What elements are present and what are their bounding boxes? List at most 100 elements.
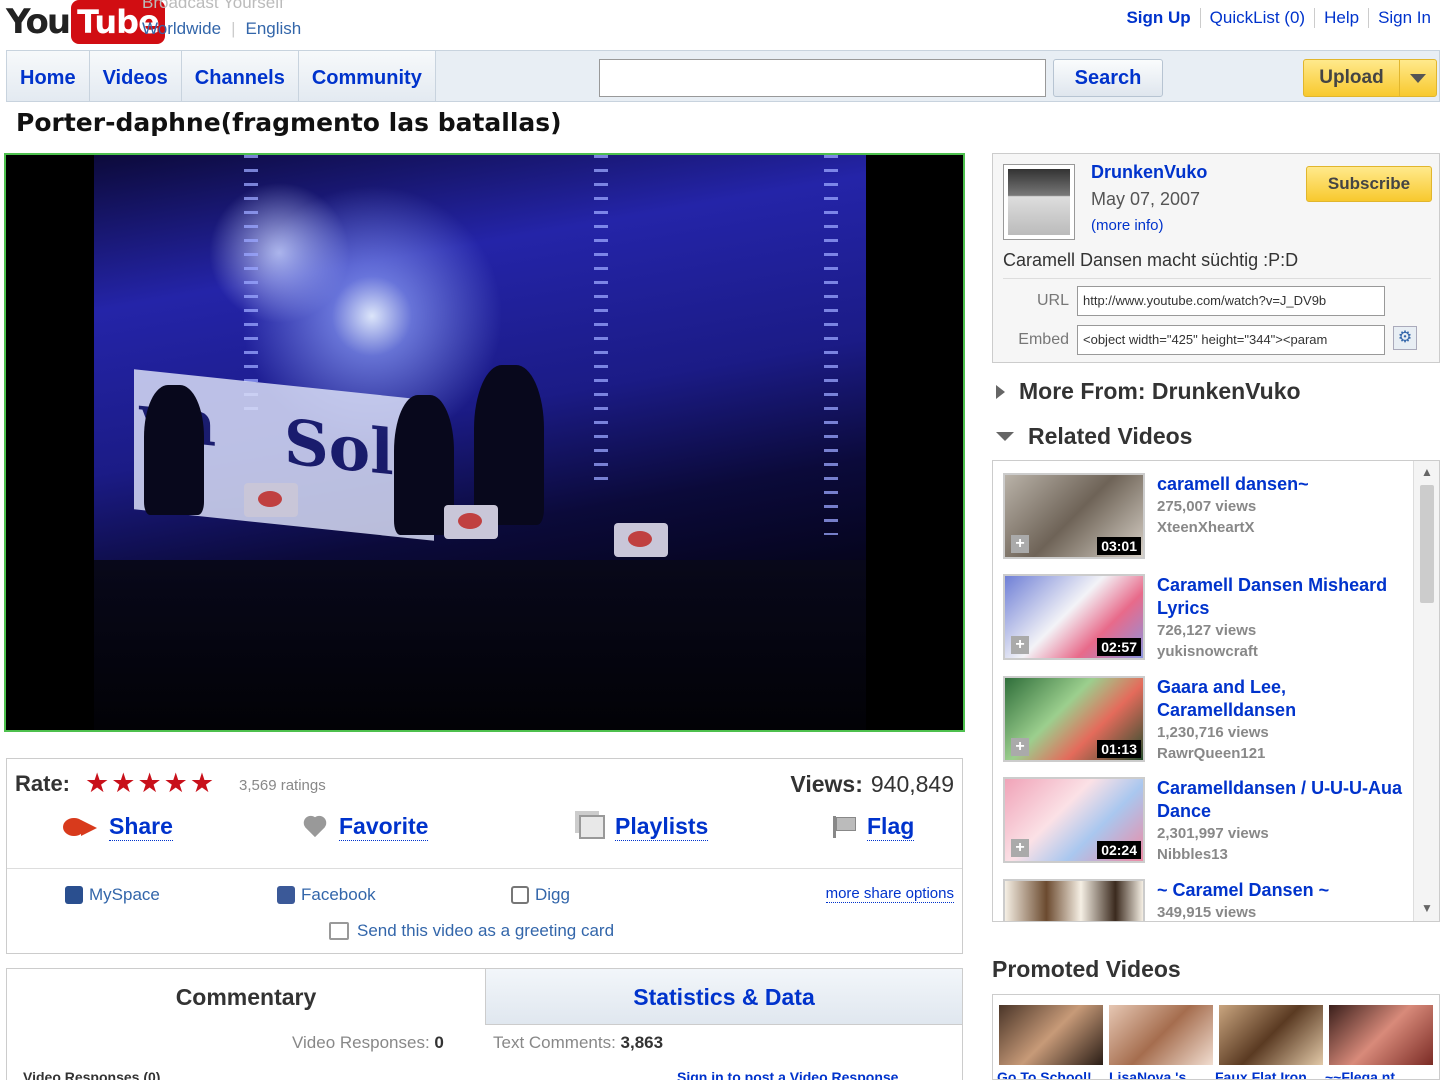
star-icon[interactable]: ★ (85, 769, 109, 797)
add-to-quicklist-icon[interactable]: + (1011, 636, 1029, 654)
video-thumbnail[interactable] (1003, 879, 1145, 921)
video-duration: 02:57 (1097, 638, 1141, 656)
video-thumbnail[interactable]: + 03:01 (1003, 473, 1145, 559)
sign-up-link[interactable]: Sign Up (1117, 8, 1199, 28)
list-item[interactable]: + 01:13 Gaara and Lee, Caramelldansen 1,… (1003, 676, 1413, 768)
related-video-info: Caramell Dansen Misheard Lyrics 726,127 … (1157, 574, 1407, 662)
video-thumbnail[interactable]: + 01:13 (1003, 676, 1145, 762)
youtube-logo[interactable]: You Tube (6, 0, 165, 44)
flag-button[interactable]: Flag (833, 813, 915, 841)
star-icon[interactable]: ★ (137, 769, 161, 797)
promoted-thumbnail[interactable] (1219, 1005, 1323, 1065)
promoted-caption[interactable]: ~~Flega.nt (1325, 1069, 1395, 1079)
list-item[interactable]: ~ Caramel Dansen ~ 349,915 views (1003, 879, 1413, 921)
related-video-title[interactable]: Gaara and Lee, Caramelldansen (1157, 676, 1407, 722)
promoted-caption[interactable]: Go To School! (997, 1069, 1092, 1079)
scroll-down-icon[interactable]: ▼ (1421, 901, 1433, 915)
upload-dropdown-toggle[interactable] (1400, 60, 1436, 96)
promoted-thumbnail[interactable] (999, 1005, 1103, 1065)
embed-settings-button[interactable]: ⚙ (1393, 326, 1417, 350)
video-duration: 01:13 (1097, 740, 1141, 758)
myspace-link[interactable]: MySpace (65, 885, 160, 905)
help-link[interactable]: Help (1314, 8, 1368, 28)
search-input[interactable] (599, 59, 1046, 97)
facebook-link[interactable]: Facebook (277, 885, 376, 905)
language-link[interactable]: English (245, 19, 301, 39)
tab-statistics[interactable]: Statistics & Data (485, 969, 962, 1025)
add-to-quicklist-icon[interactable]: + (1011, 535, 1029, 553)
embed-field[interactable]: <object width="425" height="344"><param (1077, 325, 1385, 355)
star-icon[interactable]: ★ (111, 769, 135, 797)
related-video-info: ~ Caramel Dansen ~ 349,915 views (1157, 879, 1407, 921)
favorite-button[interactable]: Favorite (301, 813, 429, 841)
tab-channels[interactable]: Channels (181, 51, 299, 101)
list-item[interactable]: + 02:24 Caramelldansen / U-U-U-Aua Dance… (1003, 777, 1413, 869)
star-icon[interactable]: ★ (190, 769, 214, 797)
region-link[interactable]: Worldwide (142, 19, 221, 39)
video-responses-toggle[interactable]: Video Responses (0) (23, 1069, 160, 1080)
post-video-response-link[interactable]: Sign in to post a Video Response (677, 1069, 898, 1080)
promoted-thumbnail[interactable] (1109, 1005, 1213, 1065)
video-thumbnail[interactable]: + 02:24 (1003, 777, 1145, 863)
related-video-title[interactable]: Caramelldansen / U-U-U-Aua Dance (1157, 777, 1407, 823)
list-item[interactable]: + 03:01 caramell dansen~ 275,007 views X… (1003, 473, 1413, 565)
sign-in-link[interactable]: Sign In (1368, 8, 1440, 28)
more-share-options-link[interactable]: more share options (825, 885, 954, 903)
video-player[interactable]: va Sol (4, 153, 965, 732)
stage-monitor (614, 523, 668, 557)
video-frame: va Sol (94, 155, 866, 730)
action-bar: Share Favorite Playlists Flag (7, 811, 962, 869)
search-button[interactable]: Search (1053, 59, 1163, 97)
facebook-icon (277, 886, 295, 904)
chevron-down-icon (1410, 73, 1426, 83)
playlists-button[interactable]: Playlists (579, 813, 709, 841)
related-video-user[interactable]: Nibbles13 (1157, 844, 1407, 865)
rating-count: 3,569 ratings (239, 777, 326, 794)
promoted-caption[interactable]: Faux Flat Iron (1215, 1069, 1307, 1079)
url-field[interactable]: http://www.youtube.com/watch?v=J_DV9b (1077, 286, 1385, 316)
upload-button[interactable]: Upload (1303, 59, 1437, 97)
playlist-icon (579, 815, 605, 839)
more-from-label: More From: DrunkenVuko (1019, 378, 1301, 404)
channel-name-link[interactable]: DrunkenVuko (1091, 162, 1207, 183)
related-video-title[interactable]: caramell dansen~ (1157, 473, 1407, 496)
rate-label: Rate: (15, 771, 71, 796)
related-video-user[interactable]: XteenXheartX (1157, 517, 1407, 538)
tab-home[interactable]: Home (7, 51, 90, 101)
related-video-user[interactable]: RawrQueen121 (1157, 743, 1407, 764)
more-from-header[interactable]: More From: DrunkenVuko (996, 378, 1301, 405)
star-rating[interactable]: ★ ★ ★ ★ ★ (85, 769, 214, 797)
video-thumbnail[interactable]: + 02:57 (1003, 574, 1145, 660)
tab-community[interactable]: Community (298, 51, 436, 101)
promoted-thumbnail[interactable] (1329, 1005, 1433, 1065)
gear-icon: ⚙ (1397, 329, 1413, 346)
related-scrollbar[interactable]: ▲ ▼ (1413, 461, 1439, 921)
tab-videos[interactable]: Videos (89, 51, 182, 101)
add-to-quicklist-icon[interactable]: + (1011, 839, 1029, 857)
stage-truss (824, 155, 838, 535)
related-video-views: 2,301,997 views (1157, 825, 1269, 842)
view-count: Views: 940,849 (790, 771, 954, 798)
subscribe-button[interactable]: Subscribe (1306, 166, 1432, 202)
performer (474, 365, 544, 525)
promoted-caption[interactable]: LisaNova 's (1109, 1069, 1186, 1079)
logo-you-text: You (6, 2, 71, 42)
flag-icon (833, 816, 857, 838)
video-duration: 02:24 (1097, 841, 1141, 859)
related-videos-header[interactable]: Related Videos (996, 423, 1192, 450)
tab-commentary[interactable]: Commentary (7, 969, 485, 1025)
related-video-title[interactable]: Caramell Dansen Misheard Lyrics (1157, 574, 1407, 620)
quicklist-link[interactable]: QuickList (0) (1199, 8, 1314, 28)
more-info-link[interactable]: (more info) (1091, 217, 1164, 234)
share-button[interactable]: Share (63, 813, 173, 841)
channel-avatar[interactable] (1003, 164, 1075, 240)
digg-link[interactable]: Digg (511, 885, 570, 905)
list-item[interactable]: + 02:57 Caramell Dansen Misheard Lyrics … (1003, 574, 1413, 666)
add-to-quicklist-icon[interactable]: + (1011, 738, 1029, 756)
scrollbar-thumb[interactable] (1420, 485, 1434, 603)
related-video-user[interactable]: yukisnowcraft (1157, 641, 1407, 662)
star-icon[interactable]: ★ (164, 769, 188, 797)
related-video-title[interactable]: ~ Caramel Dansen ~ (1157, 879, 1407, 902)
greeting-card-link[interactable]: Send this video as a greeting card (329, 921, 614, 941)
scroll-up-icon[interactable]: ▲ (1421, 465, 1433, 479)
